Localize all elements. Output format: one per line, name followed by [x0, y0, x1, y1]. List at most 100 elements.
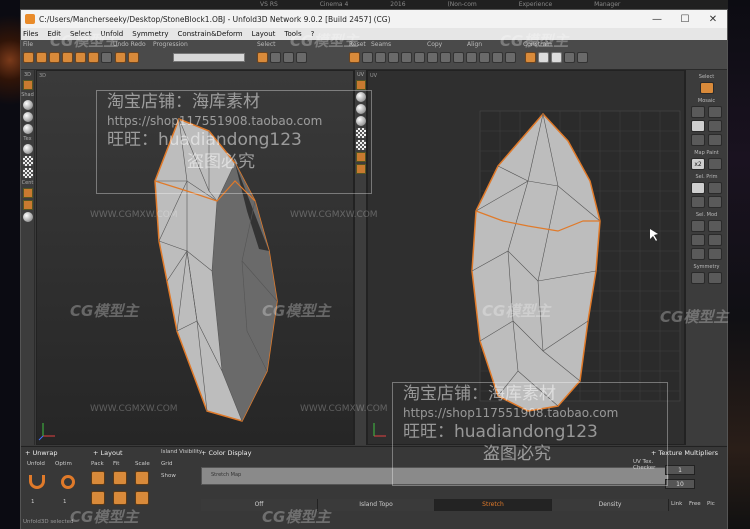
pic-label[interactable]: Pic	[707, 501, 715, 507]
select-edges-icon[interactable]	[283, 52, 294, 63]
optimize-button[interactable]	[61, 475, 75, 489]
tab-density[interactable]: Density	[552, 499, 669, 511]
constrain-horizontal-icon[interactable]	[551, 52, 562, 63]
unwrap-header[interactable]: + Unwrap	[25, 449, 58, 457]
undo-icon[interactable]	[115, 52, 126, 63]
menu-help[interactable]: ?	[311, 30, 315, 38]
light-icon[interactable]	[22, 212, 33, 222]
relax-icon[interactable]	[691, 134, 705, 146]
import-icon[interactable]	[62, 52, 73, 63]
map-paint-x2-button[interactable]: x2	[691, 158, 705, 170]
frame-icon[interactable]	[22, 200, 33, 210]
uv-center-icon[interactable]	[355, 152, 366, 162]
mosaic-tool-icon[interactable]	[691, 106, 705, 118]
close-button[interactable]: ✕	[699, 14, 727, 25]
fit-alt-button[interactable]	[113, 491, 127, 505]
texture-ball-icon[interactable]	[22, 144, 33, 154]
pack-alt-button[interactable]	[91, 491, 105, 505]
cut-seam-icon[interactable]	[362, 52, 373, 63]
pin-icon[interactable]	[564, 52, 575, 63]
viewport-3d[interactable]: 3D	[36, 70, 354, 445]
mod-loop-icon[interactable]	[691, 234, 705, 246]
save-as-icon[interactable]	[88, 52, 99, 63]
symmetry-alt-icon[interactable]	[708, 272, 722, 284]
grid-icon[interactable]	[577, 52, 588, 63]
reset-icon[interactable]	[349, 52, 360, 63]
tab-stretch[interactable]: Stretch	[435, 499, 552, 511]
seam-loop-icon[interactable]	[414, 52, 425, 63]
save-file-icon[interactable]	[49, 52, 60, 63]
symmetry-icon[interactable]	[691, 272, 705, 284]
uv-checker-icon[interactable]	[355, 128, 366, 138]
checker-alt-icon[interactable]	[22, 168, 33, 178]
align-icon[interactable]	[453, 52, 464, 63]
uv-checker-alt-icon[interactable]	[355, 140, 366, 150]
menu-tools[interactable]: Tools	[284, 30, 301, 38]
scale-button[interactable]	[135, 471, 149, 485]
select-faces-icon[interactable]	[296, 52, 307, 63]
layout-header[interactable]: + Layout	[93, 449, 123, 457]
menu-constrain-deform[interactable]: Constrain&Deform	[178, 30, 243, 38]
menu-symmetry[interactable]: Symmetry	[132, 30, 168, 38]
seam-tool-icon[interactable]	[401, 52, 412, 63]
star-icon[interactable]	[691, 182, 705, 194]
prim-tool-icon[interactable]	[708, 182, 722, 194]
prim-pick-icon[interactable]	[691, 196, 705, 208]
settings-icon[interactable]	[101, 52, 112, 63]
viewport-uv[interactable]: UV	[367, 70, 685, 445]
menu-edit[interactable]: Edit	[47, 30, 61, 38]
auto-seam-icon[interactable]	[388, 52, 399, 63]
redo-icon[interactable]	[128, 52, 139, 63]
mod-ring-icon[interactable]	[708, 234, 722, 246]
menu-select[interactable]: Select	[70, 30, 92, 38]
mosaic-alt-icon[interactable]	[708, 106, 722, 118]
color-display-header[interactable]: + Color Display	[201, 449, 252, 457]
map-paint-icon[interactable]	[708, 158, 722, 170]
minimize-button[interactable]: —	[643, 14, 671, 25]
new-file-icon[interactable]	[23, 52, 34, 63]
select-cursor-icon[interactable]	[699, 82, 714, 94]
texture-multiplier-v[interactable]: 10	[665, 479, 695, 489]
shading-ball-icon[interactable]	[22, 100, 33, 110]
tab-island-topo[interactable]: Island Topo	[318, 499, 435, 511]
paste-icon[interactable]	[440, 52, 451, 63]
uv-frame-icon[interactable]	[355, 164, 366, 174]
align-horizontal-icon[interactable]	[479, 52, 490, 63]
fit-button[interactable]	[113, 471, 127, 485]
uv-shading-icon[interactable]	[355, 92, 366, 102]
texture-multipliers-header[interactable]: + Texture Multipliers	[651, 449, 718, 457]
flip-icon[interactable]	[505, 52, 516, 63]
menu-files[interactable]: Files	[23, 30, 38, 38]
maximize-button[interactable]: ☐	[671, 14, 699, 25]
uv-shading-flat-icon[interactable]	[355, 116, 366, 126]
align-vertical-icon[interactable]	[466, 52, 477, 63]
smooth-icon[interactable]	[708, 120, 722, 132]
unfold-button[interactable]	[29, 475, 45, 489]
constrain-icon[interactable]	[525, 52, 536, 63]
weld-seam-icon[interactable]	[375, 52, 386, 63]
optim-value[interactable]: 1	[63, 499, 67, 505]
straighten-icon[interactable]	[492, 52, 503, 63]
shading-smooth-icon[interactable]	[22, 112, 33, 122]
checker-icon[interactable]	[22, 156, 33, 166]
copy-icon[interactable]	[427, 52, 438, 63]
center-icon[interactable]	[22, 188, 33, 198]
mod-clear-icon[interactable]	[708, 248, 722, 260]
texture-multiplier-u[interactable]: 1	[665, 465, 695, 475]
shading-flat-icon[interactable]	[22, 124, 33, 134]
unfold-value[interactable]: 1	[31, 499, 35, 505]
mod-invert-icon[interactable]	[691, 248, 705, 260]
link-label[interactable]: Link	[671, 501, 682, 507]
view-mode-icon[interactable]	[22, 80, 33, 90]
uv-view-icon[interactable]	[355, 80, 366, 90]
menu-unfold[interactable]: Unfold	[101, 30, 124, 38]
open-file-icon[interactable]	[36, 52, 47, 63]
stretch-map-gradient[interactable]	[201, 467, 669, 485]
constrain-vertical-icon[interactable]	[538, 52, 549, 63]
brush-icon[interactable]	[691, 120, 705, 132]
mod-shrink-icon[interactable]	[708, 220, 722, 232]
uv-shading-alt-icon[interactable]	[355, 104, 366, 114]
prim-alt-icon[interactable]	[708, 196, 722, 208]
select-mode-icon[interactable]	[270, 52, 281, 63]
scale-alt-button[interactable]	[135, 491, 149, 505]
